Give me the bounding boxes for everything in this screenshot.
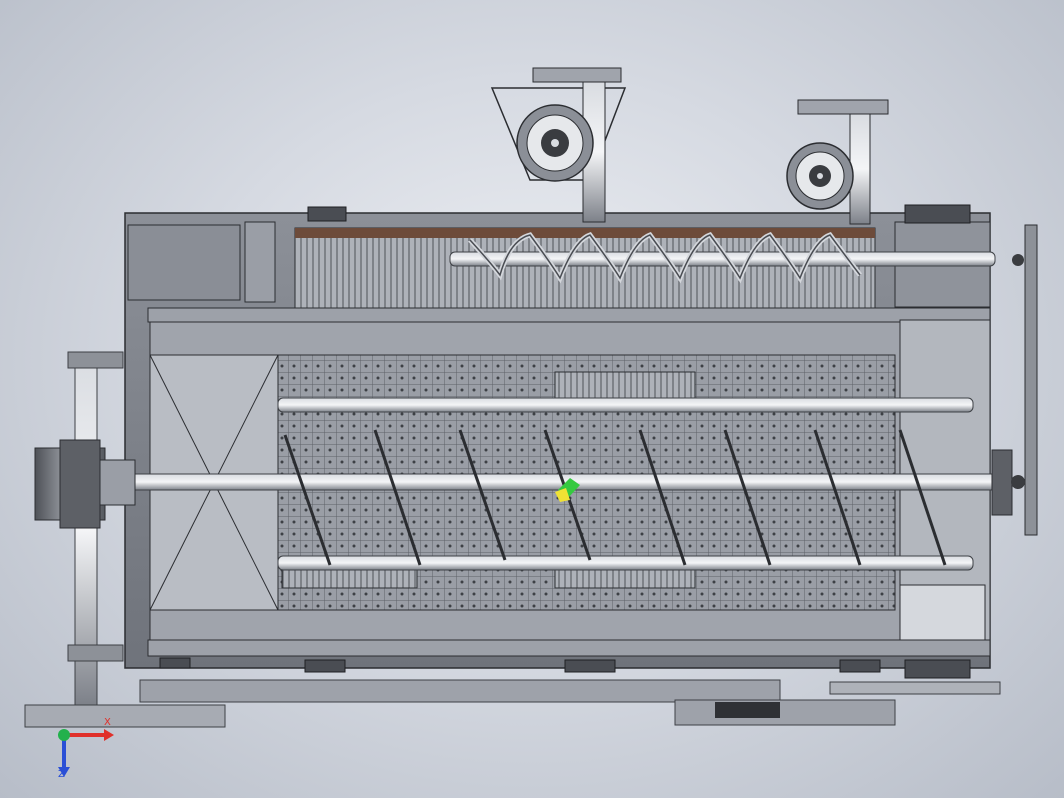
left-drive-hub[interactable] <box>34 439 136 529</box>
axis-triad: X Z <box>40 715 120 785</box>
machine-assembly-model[interactable] <box>0 0 1064 798</box>
motor-left[interactable] <box>490 67 627 223</box>
z-axis-label: Z <box>58 769 65 780</box>
x-axis-label: X <box>104 717 111 728</box>
motor-right[interactable] <box>786 99 889 225</box>
base-belts <box>24 679 1001 728</box>
right-drive-wheel[interactable] <box>991 224 1038 536</box>
cad-viewport[interactable]: X Z <box>0 0 1064 798</box>
